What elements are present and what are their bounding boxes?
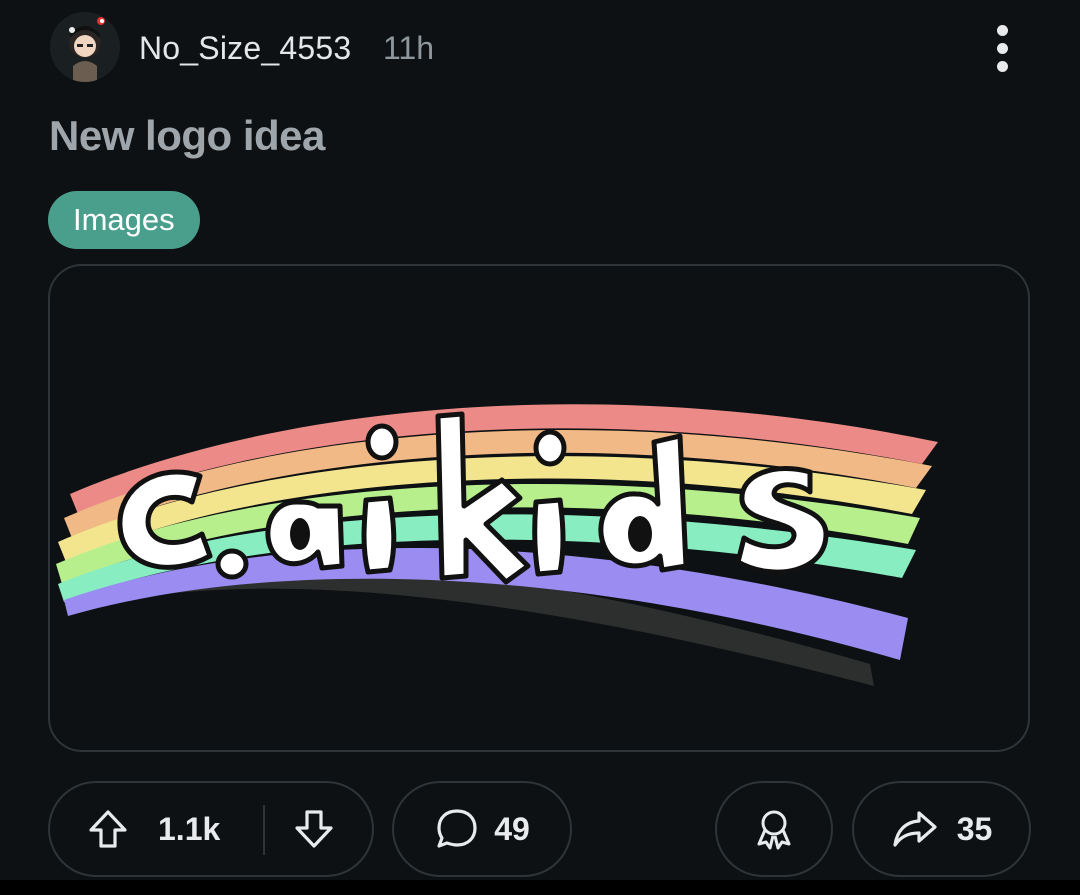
comment-count: 49 bbox=[494, 810, 530, 847]
vote-divider bbox=[263, 805, 265, 855]
award-ribbon-icon bbox=[751, 806, 797, 852]
share-button[interactable]: 35 bbox=[852, 781, 1031, 877]
comment-bubble-icon bbox=[434, 806, 480, 852]
user-avatar[interactable] bbox=[50, 12, 120, 82]
vote-bar: 1.1k bbox=[48, 781, 374, 877]
more-vertical-icon-dot bbox=[996, 60, 1008, 72]
post-age: 11h bbox=[383, 30, 435, 66]
post-card: No_Size_4553 11h New logo idea Images 1.… bbox=[0, 0, 1080, 880]
avatar-icon bbox=[50, 12, 120, 82]
more-vertical-icon bbox=[996, 24, 1008, 36]
post-title[interactable]: New logo idea bbox=[49, 112, 325, 160]
share-arrow-icon bbox=[891, 807, 939, 851]
upvote-arrow-icon[interactable] bbox=[86, 807, 130, 851]
share-count: 35 bbox=[956, 810, 993, 847]
downvote-arrow-icon[interactable] bbox=[292, 807, 336, 851]
more-options-button[interactable] bbox=[982, 18, 1022, 78]
bottom-edge bbox=[0, 880, 1080, 895]
logo-image bbox=[56, 404, 938, 686]
upvote-count: 1.1k bbox=[158, 811, 221, 847]
award-button[interactable] bbox=[715, 781, 833, 877]
more-vertical-icon-dot bbox=[996, 42, 1008, 54]
comments-button[interactable]: 49 bbox=[392, 781, 572, 877]
post-author[interactable]: No_Size_4553 bbox=[139, 30, 351, 67]
post-flair[interactable]: Images bbox=[48, 191, 200, 249]
post-image[interactable] bbox=[48, 264, 1030, 752]
